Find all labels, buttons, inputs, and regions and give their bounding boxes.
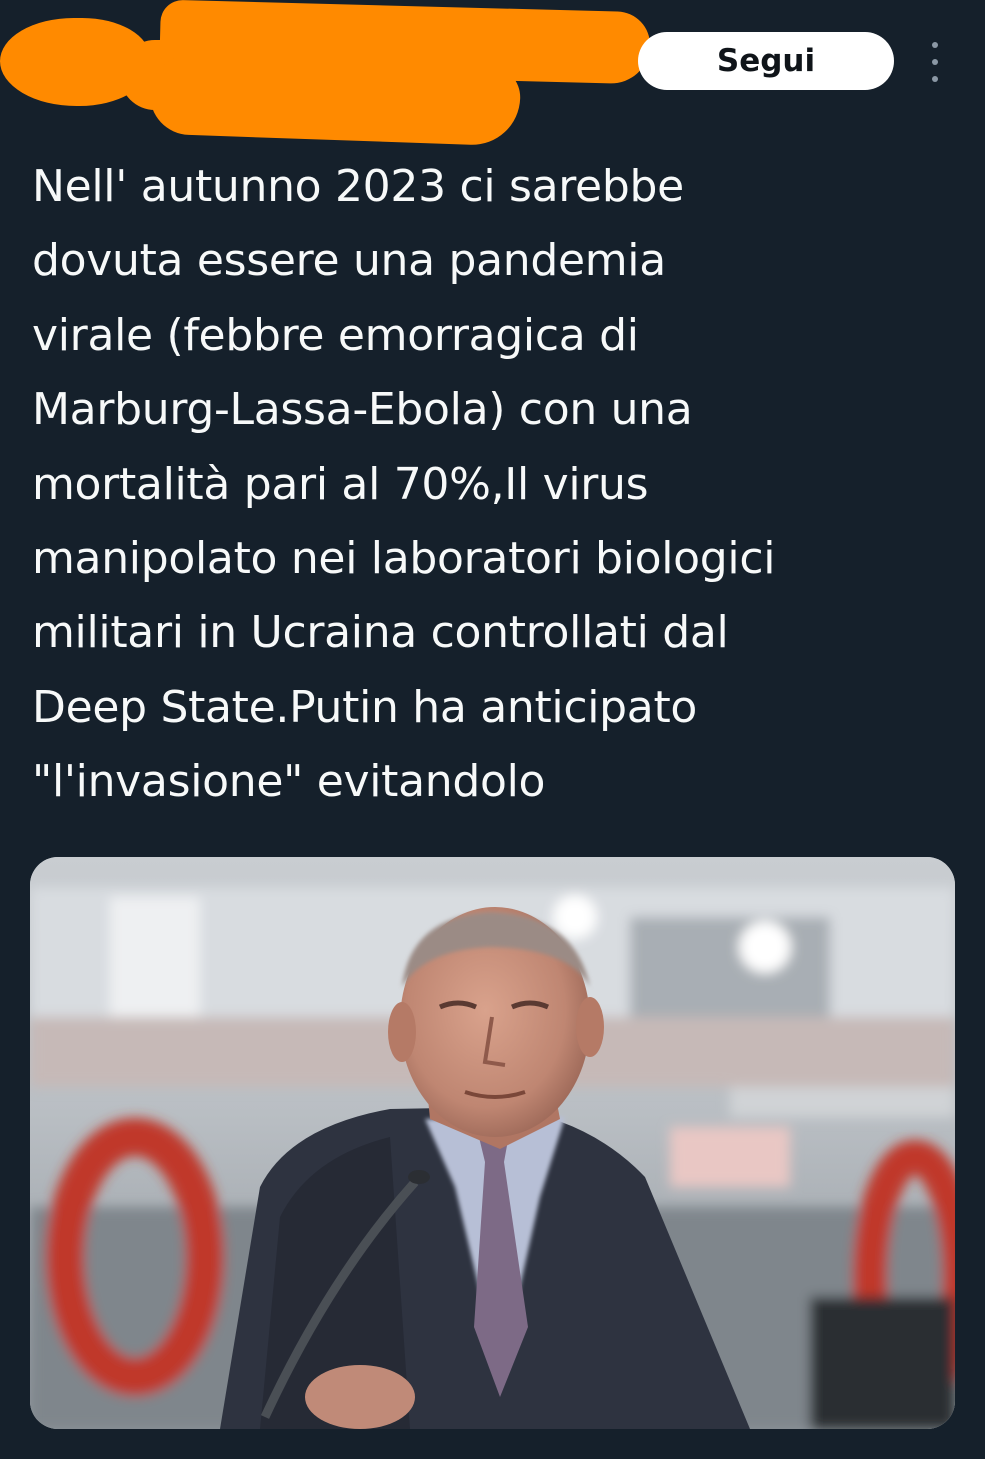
tweet-screen: Segui Nell' autunno 2023 ci sarebbe dovu… (0, 0, 985, 1459)
tweet-photo[interactable] (30, 857, 955, 1429)
tweet-text: Nell' autunno 2023 ci sarebbe dovuta ess… (32, 161, 776, 808)
follow-button[interactable]: Segui (638, 32, 894, 90)
photo-man-at-microphone (30, 857, 955, 1429)
more-vertical-icon[interactable] (926, 42, 944, 82)
redacted-username (148, 53, 522, 147)
